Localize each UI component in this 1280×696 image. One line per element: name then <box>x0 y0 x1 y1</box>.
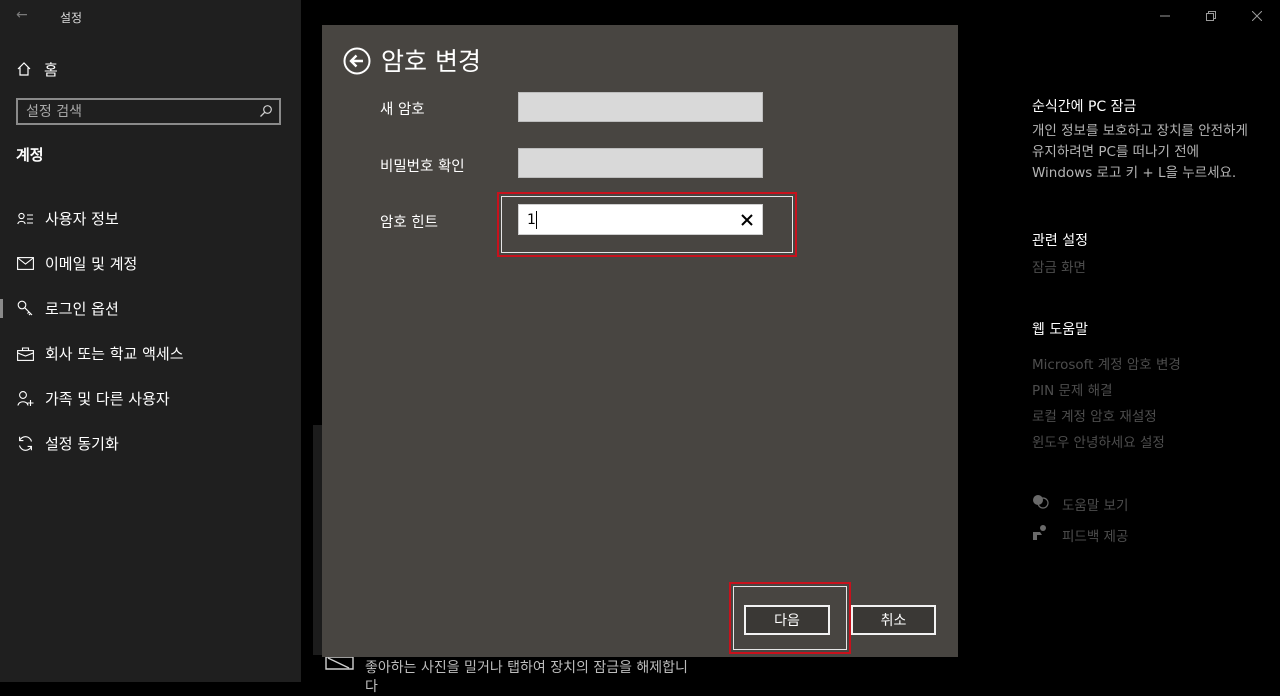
lock-description: 개인 정보를 보호하고 장치를 안전하게 유지하려면 PC를 떠나기 전에 Wi… <box>1032 123 1248 181</box>
minimize-button[interactable] <box>1142 0 1188 32</box>
help-chat-icon <box>1032 494 1050 514</box>
mail-icon <box>16 255 34 273</box>
section-title: 계정 <box>16 146 44 164</box>
lock-screen-link[interactable]: 잠금 화면 <box>1032 256 1086 276</box>
sidebar-item-family[interactable]: 가족 및 다른 사용자 <box>0 376 301 421</box>
help-link-pin[interactable]: PIN 문제 해결 <box>1032 379 1112 399</box>
confirm-password-label: 비밀번호 확인 <box>380 159 465 175</box>
get-help-label: 도움말 보기 <box>1062 498 1129 514</box>
get-help-link[interactable]: 도움말 보기 <box>1032 494 1128 514</box>
change-password-dialog: 암호 변경 새 암호 비밀번호 확인 암호 힌트 다음 취소 <box>322 25 958 657</box>
lock-title: 순식간에 PC 잠금 <box>1032 99 1137 115</box>
back-circle-icon[interactable] <box>343 47 371 75</box>
confirm-password-field[interactable] <box>518 148 763 178</box>
settings-search[interactable] <box>16 98 281 125</box>
back-arrow-icon[interactable]: ← <box>16 7 28 23</box>
sidebar-item-label: 로그인 옵션 <box>45 300 119 318</box>
help-link-local-reset[interactable]: 로컬 계정 암호 재설정 <box>1032 405 1157 425</box>
picture-password-icon <box>325 656 354 670</box>
related-settings-title: 관련 설정 <box>1032 233 1088 249</box>
new-password-field[interactable] <box>518 92 763 122</box>
close-icon <box>1252 11 1262 21</box>
home-label: 홈 <box>44 60 58 79</box>
new-password-label: 새 암호 <box>380 102 425 118</box>
feedback-link[interactable]: 피드백 제공 <box>1032 524 1128 545</box>
sidebar-item-work-school[interactable]: 회사 또는 학교 액세스 <box>0 331 301 376</box>
password-hint-label: 암호 힌트 <box>380 215 438 231</box>
password-hint-field[interactable] <box>518 204 763 235</box>
sidebar-item-label: 이메일 및 계정 <box>45 255 138 273</box>
web-help-title: 웹 도움말 <box>1032 322 1088 338</box>
close-window-button[interactable] <box>1234 0 1280 32</box>
briefcase-icon <box>16 345 34 363</box>
next-button[interactable]: 다음 <box>744 605 830 635</box>
sidebar-item-signin-options[interactable]: 로그인 옵션 <box>0 286 301 331</box>
person-add-icon <box>16 390 34 408</box>
sidebar: ← 설정 홈 계정 사용자 정보 이메일 및 계정 <box>0 0 301 682</box>
sidebar-item-user-info[interactable]: 사용자 정보 <box>0 196 301 241</box>
picture-password-description: 좋아하는 사진을 밀거나 탭하여 장치의 잠금을 해제합니 <box>365 660 688 676</box>
text-caret <box>536 211 537 229</box>
clear-text-icon[interactable] <box>739 212 755 228</box>
sidebar-item-label: 설정 동기화 <box>45 435 119 453</box>
window-title: 설정 <box>60 11 83 25</box>
background-panel-edge <box>313 425 322 655</box>
password-hint-input[interactable] <box>527 210 722 229</box>
sidebar-item-label: 사용자 정보 <box>45 210 119 228</box>
restore-button[interactable] <box>1188 0 1234 32</box>
feedback-label: 피드백 제공 <box>1062 528 1129 545</box>
feedback-icon <box>1032 524 1050 545</box>
help-link-windows-hello[interactable]: 윈도우 안녕하세요 설정 <box>1032 431 1165 451</box>
window-controls <box>1142 0 1280 32</box>
search-input[interactable] <box>26 102 256 121</box>
home-link[interactable]: 홈 <box>16 58 58 80</box>
title-bar: ← 설정 <box>0 0 301 32</box>
user-info-icon <box>16 210 34 228</box>
sidebar-item-sync[interactable]: 설정 동기화 <box>0 421 301 466</box>
sidebar-item-label: 가족 및 다른 사용자 <box>45 390 170 408</box>
key-icon <box>16 300 34 318</box>
sidebar-nav: 사용자 정보 이메일 및 계정 로그인 옵션 회사 또는 학교 액세스 가족 및… <box>0 196 301 466</box>
sync-icon <box>16 435 34 453</box>
minimize-icon <box>1160 15 1170 17</box>
home-icon <box>17 62 31 76</box>
picture-password-description-cont: 다 <box>365 679 378 695</box>
help-link-ms-account-password[interactable]: Microsoft 계정 암호 변경 <box>1032 353 1181 373</box>
dialog-title: 암호 변경 <box>381 47 481 76</box>
restore-icon <box>1206 11 1216 21</box>
sidebar-item-email[interactable]: 이메일 및 계정 <box>0 241 301 286</box>
cancel-button[interactable]: 취소 <box>851 605 936 635</box>
search-icon[interactable] <box>259 104 273 118</box>
sidebar-item-label: 회사 또는 학교 액세스 <box>45 345 184 363</box>
